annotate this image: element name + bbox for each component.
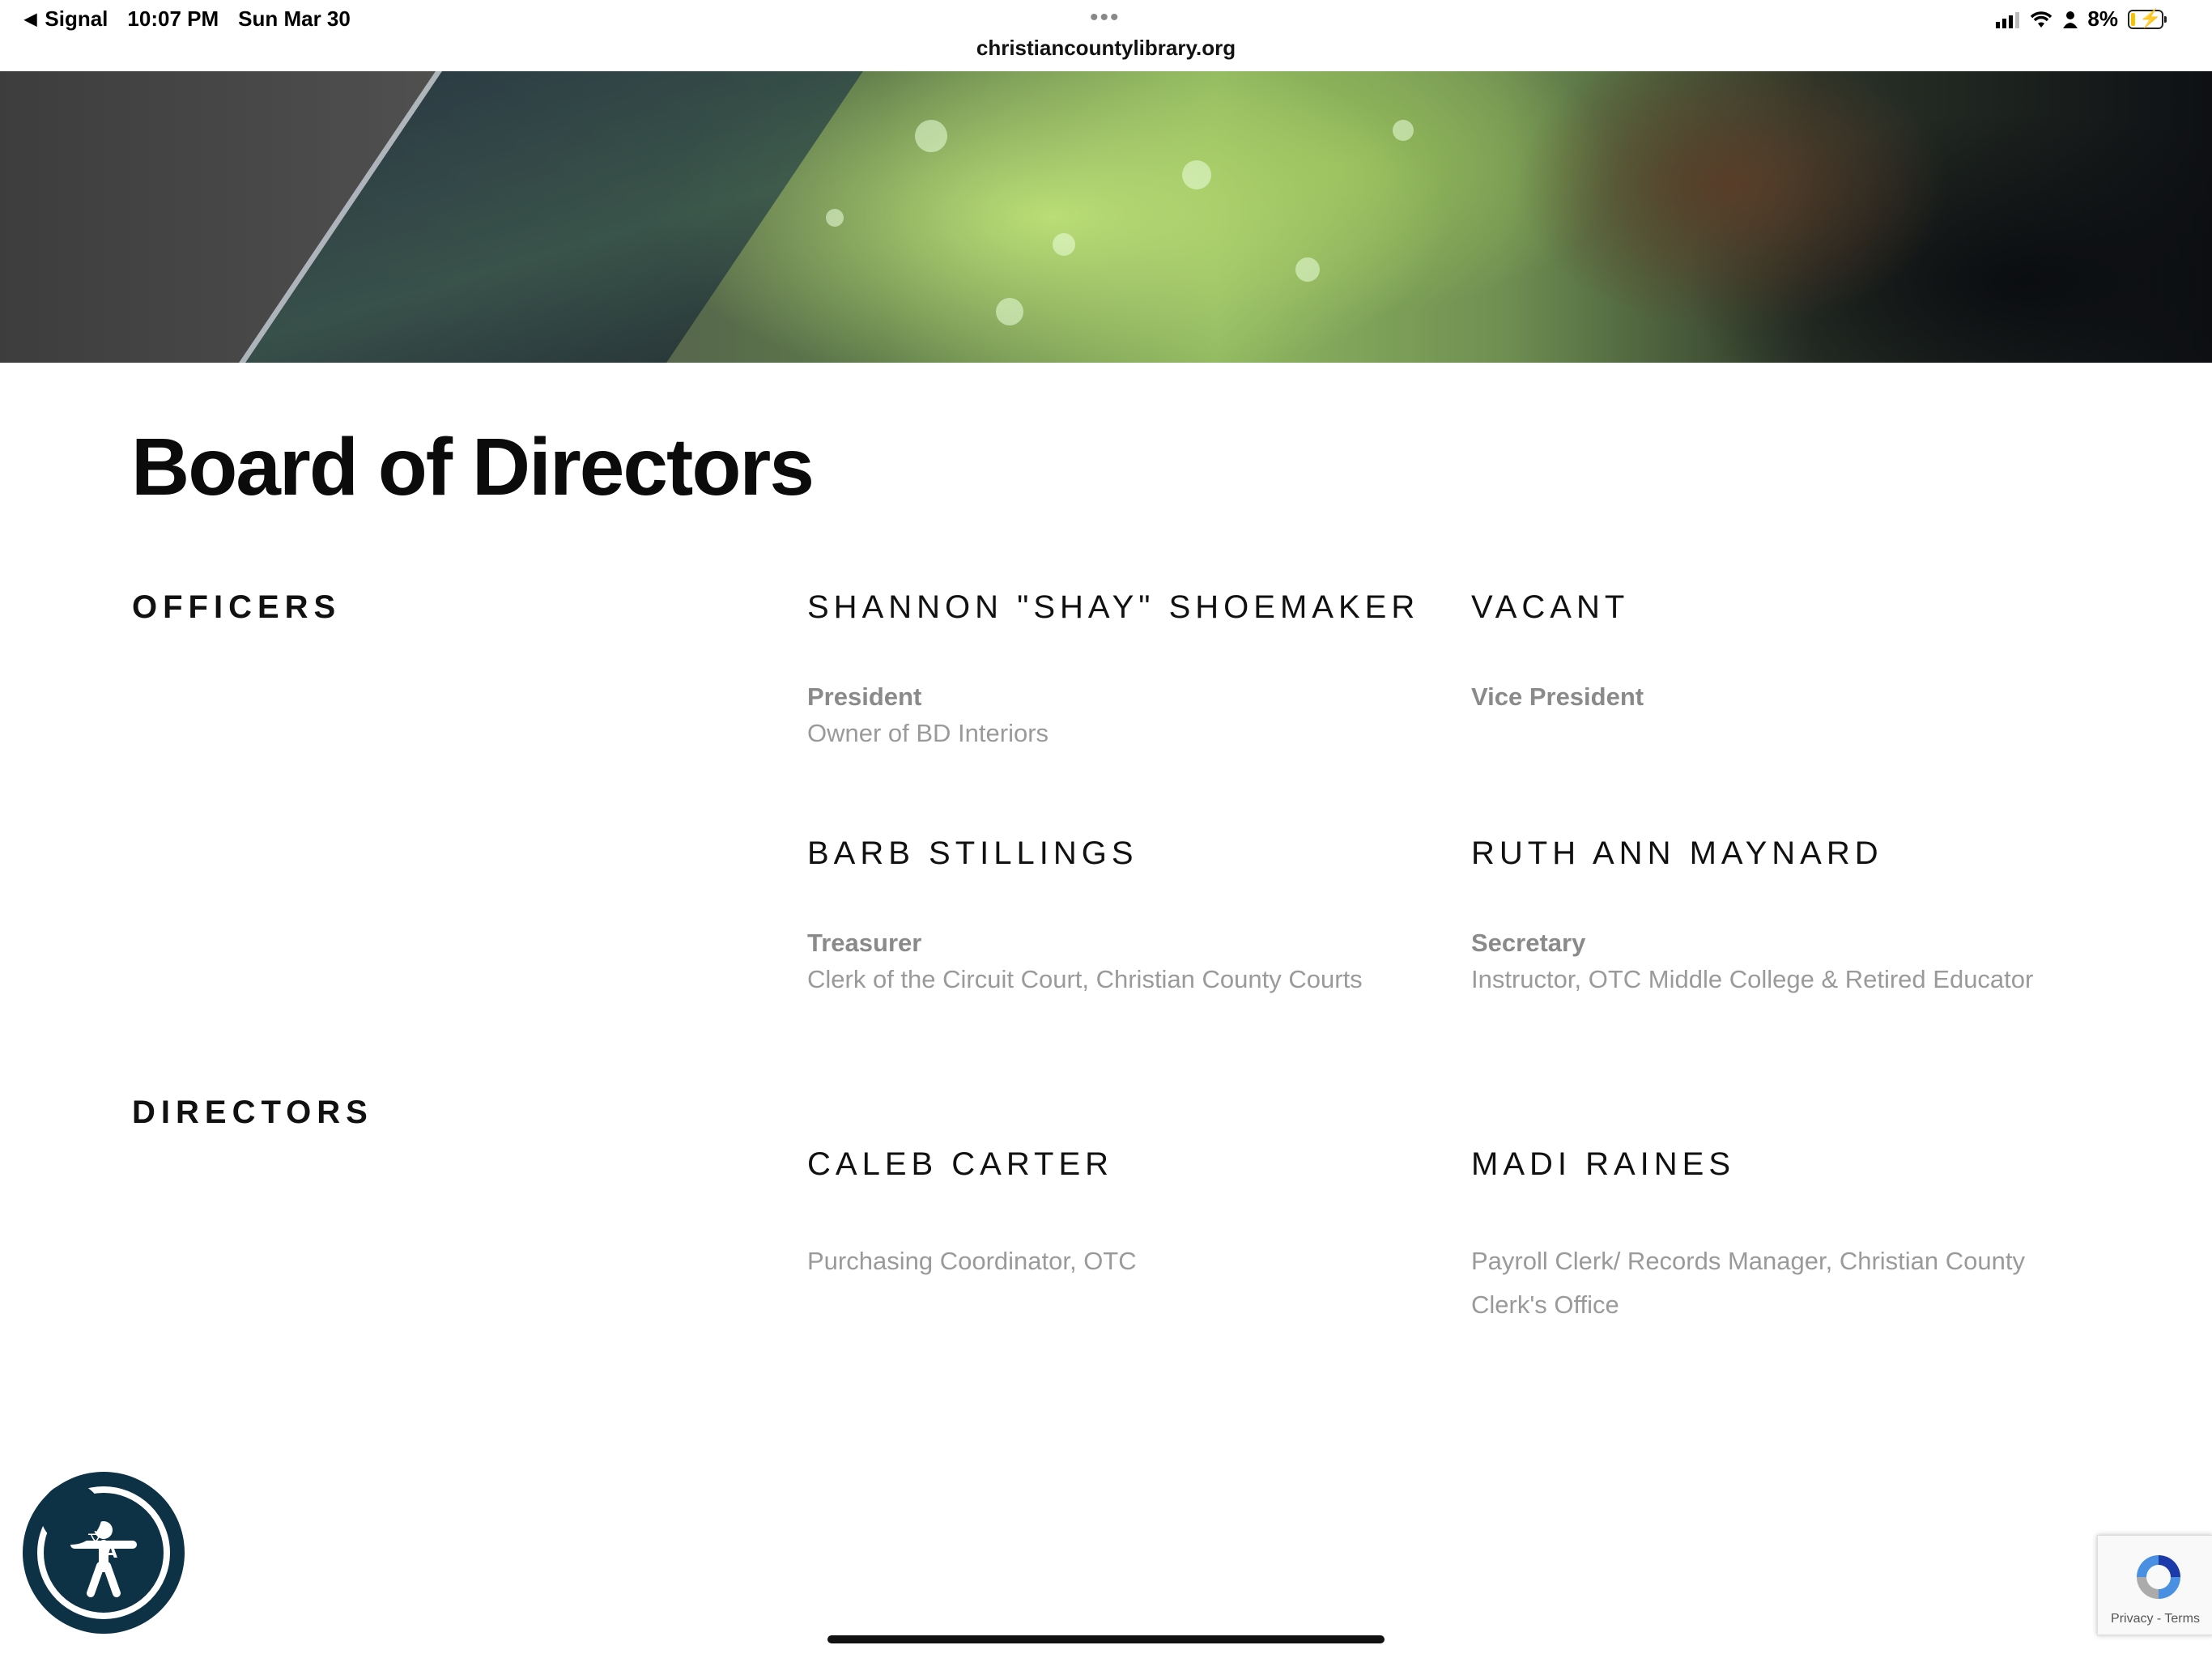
member-role: President: [807, 682, 922, 711]
member-description-line2: Clerk's Office: [1471, 1290, 1619, 1319]
wifi-icon: [2031, 11, 2052, 28]
member-name: BARB STILLINGS: [807, 835, 1138, 871]
recaptcha-logo-icon: [2137, 1555, 2180, 1599]
directors-section-label: DIRECTORS: [132, 1095, 373, 1130]
recaptcha-badge[interactable]: Privacy - Terms: [2097, 1535, 2212, 1635]
back-arrow-icon[interactable]: ◀: [24, 9, 36, 29]
translate-icon[interactable]: 文 A: [40, 1483, 117, 1561]
banner-book-shape: [195, 71, 929, 363]
back-app-label[interactable]: Signal: [45, 6, 108, 32]
member-description: Instructor, OTC Middle College & Retired…: [1471, 965, 2034, 993]
home-indicator[interactable]: [827, 1635, 1385, 1643]
member-description: Owner of BD Interiors: [807, 719, 1049, 747]
member-name: RUTH ANN MAYNARD: [1471, 835, 1883, 871]
recaptcha-separator: -: [2153, 1612, 2165, 1626]
member-description: Purchasing Coordinator, OTC: [807, 1247, 1137, 1275]
officer-card-president: SHANNON "SHAY" SHOEMAKER President Owner…: [807, 589, 1439, 755]
svg-text:A: A: [104, 1542, 117, 1561]
recaptcha-terms-link[interactable]: Terms: [2164, 1612, 2200, 1626]
hero-banner-image: [0, 71, 2212, 363]
officer-card-vice-president: VACANT Vice President: [1471, 589, 2103, 712]
officer-card-secretary: RUTH ANN MAYNARD Secretary Instructor, O…: [1471, 835, 2103, 1001]
officer-card-treasurer: BARB STILLINGS Treasurer Clerk of the Ci…: [807, 835, 1439, 1001]
recaptcha-privacy-link[interactable]: Privacy: [2111, 1612, 2153, 1626]
status-time: 10:07 PM: [127, 6, 219, 31]
status-bar: ◀ Signal 10:07 PM Sun Mar 30 ••• christi…: [0, 0, 2212, 71]
cellular-signal-icon: [1996, 11, 2020, 28]
member-description: Payroll Clerk/ Records Manager, Christia…: [1471, 1247, 2025, 1275]
officers-section-label: OFFICERS: [132, 589, 342, 625]
translate-glyph-icon: 文 A: [87, 1529, 117, 1561]
page-title: Board of Directors: [131, 422, 815, 512]
member-name: MADI RAINES: [1471, 1146, 1736, 1182]
director-card-caleb-carter: CALEB CARTER Purchasing Coordinator, OTC: [807, 1146, 1439, 1283]
member-role: Treasurer: [807, 929, 922, 957]
battery-percent: 8%: [2087, 6, 2118, 31]
member-name: CALEB CARTER: [807, 1146, 1114, 1182]
member-name: SHANNON "SHAY" SHOEMAKER: [807, 589, 1420, 625]
url-bar[interactable]: christiancountylibrary.org: [0, 36, 2212, 61]
member-description: Clerk of the Circuit Court, Christian Co…: [807, 965, 1363, 993]
member-name: VACANT: [1471, 589, 1630, 625]
person-icon: [2063, 11, 2078, 28]
charging-bolt-icon: ⚡: [2139, 7, 2162, 28]
director-card-madi-raines: MADI RAINES Payroll Clerk/ Records Manag…: [1471, 1146, 2103, 1327]
accessibility-widget-button[interactable]: 文 A: [23, 1472, 185, 1634]
status-date: Sun Mar 30: [238, 6, 351, 31]
svg-text:文: 文: [87, 1529, 104, 1549]
multitasking-dots-icon[interactable]: •••: [1090, 6, 1121, 30]
recaptcha-links: Privacy - Terms: [2098, 1612, 2212, 1626]
member-role: Vice President: [1471, 682, 1644, 711]
status-right: 8% ⚡: [1996, 6, 2167, 32]
member-role: Secretary: [1471, 929, 1586, 957]
battery-icon: ⚡: [2128, 7, 2167, 29]
status-left: ◀ Signal 10:07 PM Sun Mar 30: [24, 6, 351, 32]
